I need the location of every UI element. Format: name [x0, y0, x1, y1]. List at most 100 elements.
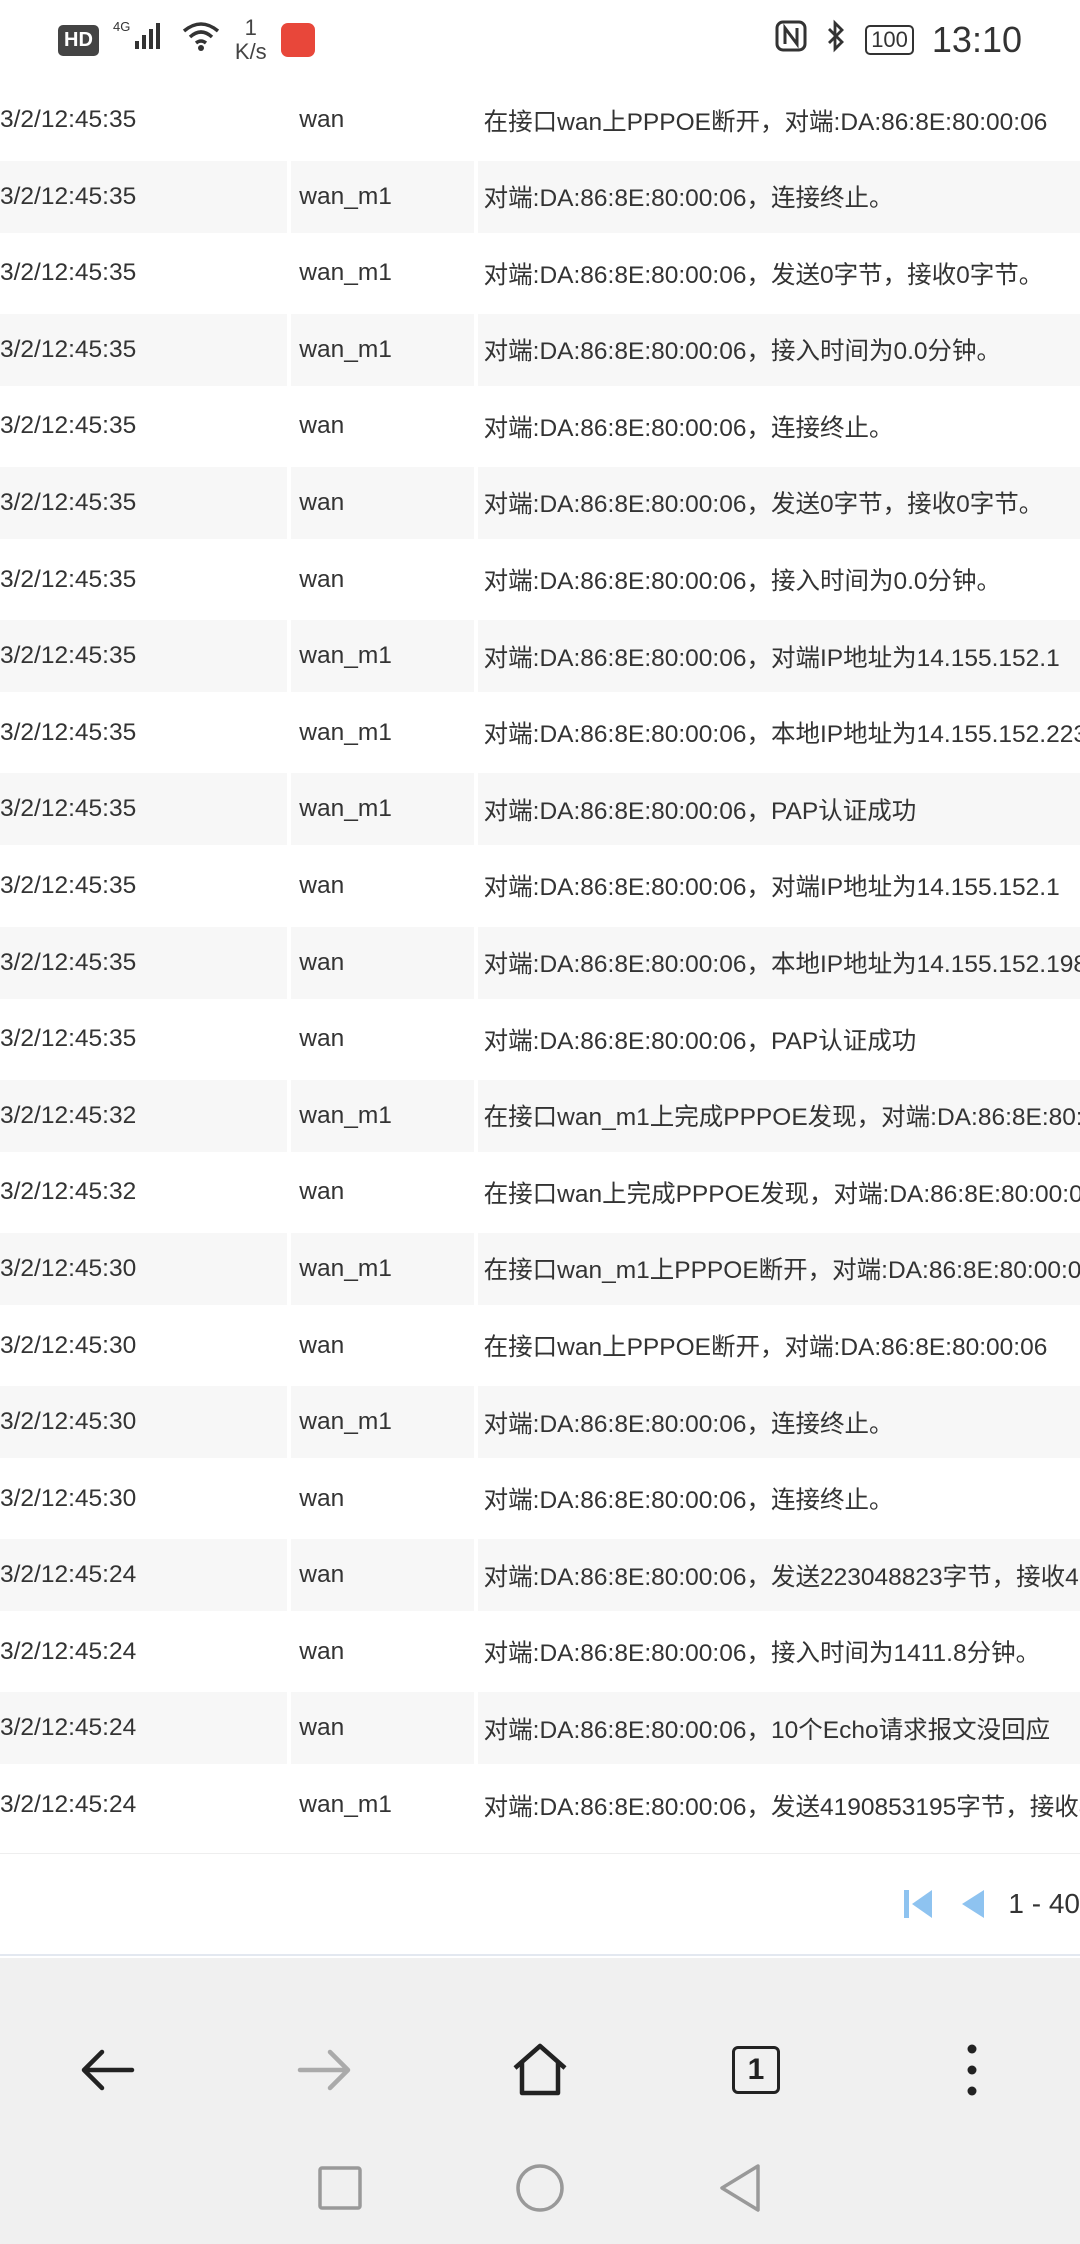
log-message: 在接口wan上完成PPPOE发现，对端:DA:86:8E:80:00:06	[477, 1156, 1080, 1229]
app-notification-icon	[280, 23, 315, 57]
log-row: 3/2/12:45:35 wan 对端:DA:86:8E:80:00:06，接入时间…	[0, 543, 1080, 621]
log-time: 3/2/12:45:35	[0, 1003, 288, 1076]
triangle-back-icon	[720, 2163, 760, 2212]
log-row: 3/2/12:45:35 wan_m1 对端:DA:86:8E:80:00:06，P…	[0, 773, 1080, 850]
network-type: 4G	[113, 19, 130, 34]
log-row: 3/2/12:45:32 wan_m1 在接口wan_m1上完成PPPOE发现，对端…	[0, 1079, 1080, 1157]
log-time: 3/2/12:45:35	[0, 926, 288, 999]
log-message: 对端:DA:86:8E:80:00:06，10个Echo请求报文没回应	[477, 1692, 1080, 1765]
log-row: 3/2/12:45:24 wan_m1 对端:DA:86:8E:80:00:06，发…	[0, 1769, 1080, 1846]
log-time: 3/2/12:45:24	[0, 1615, 288, 1688]
log-message: 对端:DA:86:8E:80:00:06，接入时间为0.0分钟。	[477, 543, 1080, 616]
nfc-icon	[775, 19, 807, 62]
log-interface: wan_m1	[291, 1386, 474, 1459]
log-row: 3/2/12:45:30 wan_m1 在接口wan_m1上PPPOE断开，对端:D…	[0, 1232, 1080, 1310]
log-message: 在接口wan_m1上完成PPPOE发现，对端:DA:86:8E:80:00	[477, 1079, 1080, 1152]
log-interface: wan	[291, 1615, 474, 1688]
log-time: 3/2/12:45:24	[0, 1539, 288, 1612]
log-row: 3/2/12:45:35 wan_m1 对端:DA:86:8E:80:00:06，连…	[0, 160, 1080, 238]
status-bar-right: 100 13:10	[775, 19, 1022, 62]
log-time: 3/2/12:45:24	[0, 1692, 288, 1765]
log-message: 对端:DA:86:8E:80:00:06，发送0字节，接收0字节。	[477, 466, 1080, 539]
bluetooth-icon	[825, 19, 847, 62]
log-message: 对端:DA:86:8E:80:00:06，对端IP地址为14.155.152.1	[477, 849, 1080, 922]
page-range: 1 - 40	[1008, 1888, 1080, 1919]
log-message: 对端:DA:86:8E:80:00:06，PAP认证成功	[477, 773, 1080, 846]
log-message: 在接口wan上PPPOE断开，对端:DA:86:8E:80:00:06	[477, 1309, 1080, 1382]
log-message: 对端:DA:86:8E:80:00:06，接入时间为0.0分钟。	[477, 313, 1080, 386]
log-row: 3/2/12:45:30 wan 对端:DA:86:8E:80:00:06，连接终止…	[0, 1462, 1080, 1540]
net-speed-unit: K/s	[234, 39, 267, 64]
log-interface: wan_m1	[291, 313, 474, 386]
log-time: 3/2/12:45:30	[0, 1462, 288, 1535]
log-interface: wan_m1	[291, 1769, 474, 1842]
arrow-right-icon	[297, 2049, 351, 2091]
log-interface: wan_m1	[291, 237, 474, 310]
log-message: 对端:DA:86:8E:80:00:06，PAP认证成功	[477, 1003, 1080, 1076]
back-button[interactable]	[48, 2020, 168, 2120]
log-time: 3/2/12:45:35	[0, 390, 288, 463]
system-back-button[interactable]	[716, 2162, 764, 2219]
log-time: 3/2/12:45:35	[0, 543, 288, 616]
log-row: 3/2/12:45:30 wan_m1 对端:DA:86:8E:80:00:06，连…	[0, 1386, 1080, 1463]
log-interface: wan	[291, 390, 474, 463]
log-interface: wan_m1	[291, 160, 474, 233]
log-row: 3/2/12:45:35 wan 对端:DA:86:8E:80:00:06，PAP认…	[0, 1003, 1080, 1080]
log-row: 3/2/12:45:30 wan 在接口wan上PPPOE断开，对端:DA:86:8…	[0, 1309, 1080, 1387]
status-bar: HD 4G 1 K/s 100 13:10	[0, 0, 1080, 80]
log-row: 3/2/12:45:35 wan 在接口wan上PPPOE断开，对端:DA:86:8…	[0, 84, 1080, 161]
log-interface: wan_m1	[291, 620, 474, 693]
log-row: 3/2/12:45:35 wan_m1 对端:DA:86:8E:80:00:06，发…	[0, 237, 1080, 314]
log-row: 3/2/12:45:35 wan 对端:DA:86:8E:80:00:06，发送0字…	[0, 466, 1080, 544]
pagination-bar: 1 - 40	[0, 1853, 1080, 1956]
log-interface: wan	[291, 84, 474, 156]
log-interface: wan	[291, 849, 474, 922]
system-home-button[interactable]	[514, 2162, 566, 2219]
circle-icon	[516, 2163, 564, 2212]
log-interface: wan	[291, 1462, 474, 1535]
log-time: 3/2/12:45:35	[0, 84, 288, 156]
home-button[interactable]	[480, 2020, 600, 2120]
hd-badge: HD	[58, 24, 99, 56]
log-message: 对端:DA:86:8E:80:00:06，连接终止。	[477, 160, 1080, 233]
battery-icon: 100	[865, 25, 914, 55]
log-interface: wan_m1	[291, 696, 474, 769]
log-message: 对端:DA:86:8E:80:00:06，本地IP地址为14.155.152.1…	[477, 926, 1080, 999]
browser-toolbar: 1	[0, 2020, 1080, 2120]
log-time: 3/2/12:45:32	[0, 1079, 288, 1152]
log-time: 3/2/12:45:35	[0, 313, 288, 386]
signal-icon: 4G	[113, 19, 167, 62]
log-table: 3/2/12:45:35 wan 在接口wan上PPPOE断开，对端:DA:86:8…	[0, 84, 1080, 1846]
log-interface: wan	[291, 543, 474, 616]
log-message: 对端:DA:86:8E:80:00:06，发送4190853195字节，接收8	[477, 1769, 1080, 1842]
log-row: 3/2/12:45:35 wan 对端:DA:86:8E:80:00:06，连接终止…	[0, 390, 1080, 467]
prev-page-icon[interactable]	[958, 1886, 986, 1922]
log-interface: wan_m1	[291, 1079, 474, 1152]
recents-button[interactable]	[316, 2164, 364, 2217]
home-icon	[513, 2043, 567, 2096]
net-speed: 1 K/s	[235, 16, 267, 64]
log-row: 3/2/12:45:35 wan_m1 对端:DA:86:8E:80:00:06，本…	[0, 696, 1080, 774]
log-row: 3/2/12:45:24 wan 对端:DA:86:8E:80:00:06，10个E…	[0, 1692, 1080, 1769]
menu-button[interactable]	[912, 2020, 1032, 2120]
log-time: 3/2/12:45:30	[0, 1309, 288, 1382]
log-message: 对端:DA:86:8E:80:00:06，连接终止。	[477, 390, 1080, 463]
square-icon	[318, 2165, 362, 2210]
log-interface: wan	[291, 1003, 474, 1076]
log-interface: wan	[291, 1692, 474, 1765]
log-row: 3/2/12:45:24 wan 对端:DA:86:8E:80:00:06，发送22…	[0, 1539, 1080, 1616]
log-time: 3/2/12:45:30	[0, 1386, 288, 1459]
first-page-icon[interactable]	[902, 1886, 936, 1922]
log-message: 对端:DA:86:8E:80:00:06，本地IP地址为14.155.152.2…	[477, 696, 1080, 769]
log-time: 3/2/12:45:32	[0, 1156, 288, 1229]
log-time: 3/2/12:45:35	[0, 466, 288, 539]
log-message: 对端:DA:86:8E:80:00:06，对端IP地址为14.155.152.1	[477, 620, 1080, 693]
status-bar-left: HD 4G 1 K/s	[58, 16, 315, 64]
tabs-button[interactable]: 1	[696, 2020, 816, 2120]
log-message: 在接口wan上PPPOE断开，对端:DA:86:8E:80:00:06	[477, 84, 1080, 156]
arrow-left-icon	[81, 2049, 135, 2091]
log-time: 3/2/12:45:35	[0, 849, 288, 922]
log-row: 3/2/12:45:35 wan 对端:DA:86:8E:80:00:06，本地IP…	[0, 926, 1080, 1004]
forward-button[interactable]	[264, 2020, 384, 2120]
log-row: 3/2/12:45:32 wan 在接口wan上完成PPPOE发现，对端:DA:86…	[0, 1156, 1080, 1233]
